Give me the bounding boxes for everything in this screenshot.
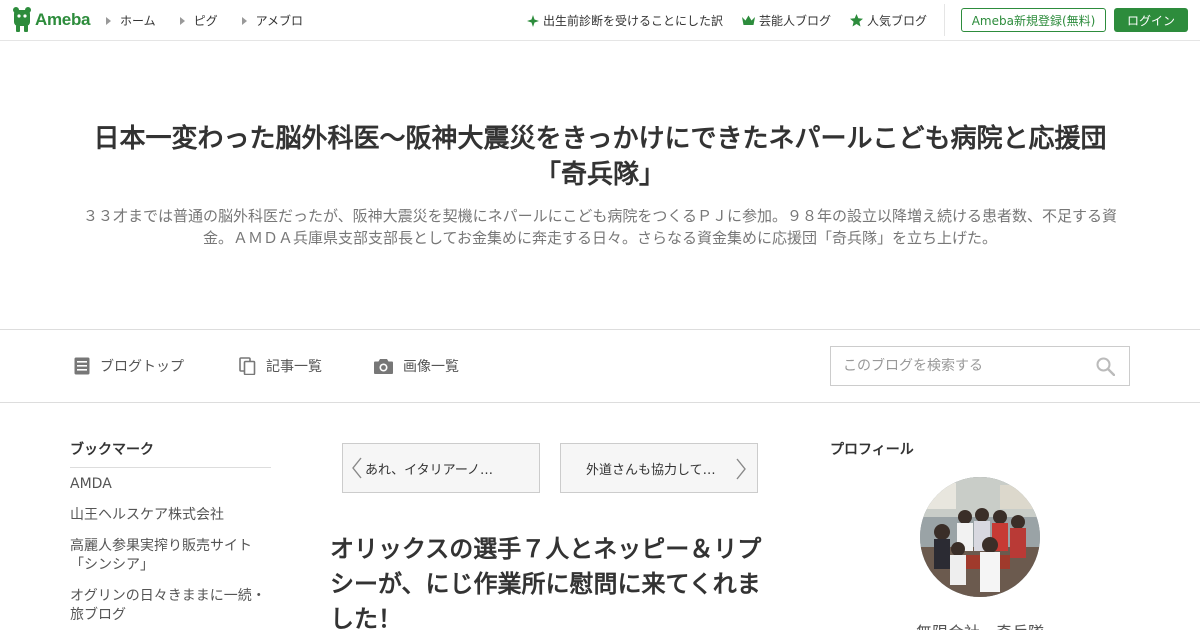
logo-text: Ameba	[35, 10, 91, 29]
search-icon[interactable]	[1096, 357, 1115, 376]
next-entry-button[interactable]: 外道さんも協力して…	[560, 443, 758, 493]
blog-nav-top[interactable]: ブログトップ	[74, 356, 184, 376]
nav-item-home[interactable]: ホーム	[106, 12, 156, 29]
nav-item-ameblo[interactable]: アメブロ	[241, 12, 303, 29]
bookmark-item[interactable]: 高麗人参果実搾り販売サイト「シンシア」	[70, 537, 271, 575]
copy-icon	[239, 357, 256, 375]
ameba-mascot-icon	[13, 7, 31, 32]
bookmark-heading: ブックマーク	[70, 441, 271, 468]
nav-item-pigg[interactable]: ピグ	[179, 12, 218, 29]
bookmark-list: AMDA 山王ヘルスケア株式会社 高麗人参果実搾り販売サイト「シンシア」 オグリ…	[70, 475, 271, 625]
nav-item-celebrity-blog[interactable]: 芸能人ブログ	[742, 12, 831, 29]
profile-heading: プロフィール	[830, 442, 914, 458]
chevron-right-icon	[736, 458, 746, 480]
chevron-left-icon	[352, 457, 362, 479]
leaf-icon	[527, 14, 539, 27]
prev-entry-button[interactable]: あれ、イタリアーノ…	[342, 443, 540, 493]
blog-nav: ブログトップ 記事一覧 画像一覧	[0, 329, 1200, 403]
blog-nav-entry-list[interactable]: 記事一覧	[239, 356, 322, 376]
triangle-right-icon	[106, 16, 111, 25]
global-header: Ameba ホーム ピグ アメブロ 出生前診断を受けることにした訳 芸能人ブログ…	[0, 0, 1200, 41]
triangle-right-icon	[179, 16, 185, 25]
service-nav: ホーム ピグ アメブロ	[106, 12, 327, 29]
featured-nav: 出生前診断を受けることにした訳 芸能人ブログ 人気ブログ	[527, 12, 946, 29]
blog-description-line2: 金。ＡＭＤＡ兵庫県支部支部長としてお金集めに奔走する日々。さらなる資金集めに応援…	[202, 229, 998, 247]
star-icon	[850, 14, 864, 27]
sidebar-bookmarks: ブックマーク AMDA 山王ヘルスケア株式会社 高麗人参果実搾り販売サイト「シン…	[70, 441, 271, 630]
triangle-right-icon	[241, 16, 247, 25]
camera-icon	[374, 359, 393, 374]
group-photo-image	[920, 477, 1040, 597]
blog-title-line1: 日本一変わった脳外科医～阪神大震災をきっかけにできたネパールこども病院と応援団	[93, 124, 1107, 154]
bookmark-item[interactable]: 山王ヘルスケア株式会社	[70, 506, 271, 525]
bookmark-item[interactable]: AMDA	[70, 475, 271, 494]
nav-item-popular-blog[interactable]: 人気ブログ	[850, 12, 927, 29]
sidebar-profile: プロフィール	[830, 441, 1130, 467]
blog-description: ３３才までは普通の脳外科医だったが、阪神大震災を契機にネパールにこども病院をつく…	[44, 205, 1156, 249]
profile-avatar[interactable]	[920, 477, 1040, 597]
register-button[interactable]: Ameba新規登録(無料)	[961, 8, 1106, 32]
header-divider	[944, 4, 945, 36]
login-button[interactable]: ログイン	[1114, 8, 1188, 32]
nav-item-featured-article[interactable]: 出生前診断を受けることにした訳	[527, 12, 723, 29]
profile-name[interactable]: 無限会社 奇兵隊	[830, 619, 1130, 630]
ameba-logo[interactable]: Ameba	[12, 7, 90, 33]
crown-icon	[742, 15, 756, 25]
blog-nav-image-list[interactable]: 画像一覧	[374, 356, 459, 376]
bookmark-item[interactable]: オグリンの日々きままに一続・旅ブログ	[70, 587, 271, 625]
next-entry-label: 外道さんも協力して…	[586, 462, 716, 478]
blog-search-input[interactable]	[843, 358, 1093, 374]
blog-search-box	[830, 346, 1130, 386]
prev-entry-label: あれ、イタリアーノ…	[365, 462, 494, 478]
blog-description-line1: ３３才までは普通の脳外科医だったが、阪神大震災を契機にネパールにこども病院をつく…	[82, 207, 1118, 225]
blog-title[interactable]: 日本一変わった脳外科医～阪神大震災をきっかけにできたネパールこども病院と応援団 …	[50, 121, 1150, 193]
entry-title[interactable]: オリックスの選手７人とネッピー＆リプシーが、にじ作業所に慰問に来てくれました！	[330, 532, 770, 630]
document-icon	[74, 357, 90, 375]
blog-title-line2: 「奇兵隊」	[534, 160, 665, 190]
